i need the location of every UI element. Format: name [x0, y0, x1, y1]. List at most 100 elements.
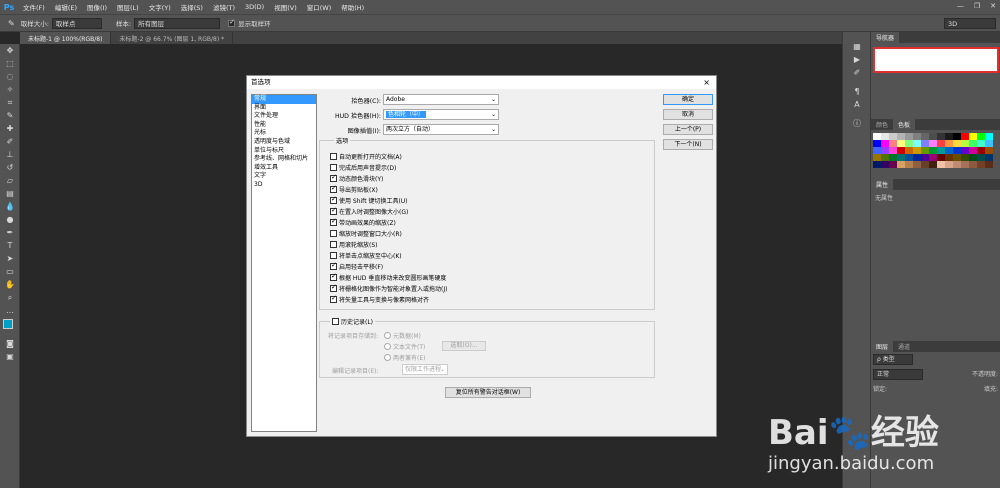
color-swatch[interactable] [913, 147, 921, 154]
crop-tool-icon[interactable]: ⌗ [0, 96, 20, 109]
blend-mode-select[interactable]: 正常 [873, 369, 923, 380]
option-checkbox[interactable] [330, 184, 337, 193]
tab-navigator[interactable]: 导航器 [871, 32, 900, 43]
category-item[interactable]: 光标 [252, 129, 316, 138]
color-swatch[interactable] [921, 161, 929, 168]
color-swatch[interactable] [889, 161, 897, 168]
color-swatch[interactable] [977, 147, 985, 154]
paragraph-panel-icon[interactable]: ¶ [843, 85, 871, 98]
menu-layer[interactable]: 图层(L) [117, 2, 139, 12]
layer-kind-filter[interactable]: ρ 类型 [873, 354, 913, 365]
color-swatch[interactable] [881, 161, 889, 168]
option-checkbox-row[interactable]: 缩放时调整窗口大小(R) [330, 229, 402, 238]
sample-size-select[interactable]: 取样点 [51, 17, 102, 29]
menu-3d[interactable]: 3D(D) [245, 3, 264, 11]
color-swatch[interactable] [881, 147, 889, 154]
menu-select[interactable]: 选择(S) [181, 2, 203, 12]
color-swatch[interactable] [985, 154, 993, 161]
color-swatch[interactable] [945, 161, 953, 168]
category-item[interactable]: 文件处理 [252, 112, 316, 121]
color-swatch[interactable] [913, 133, 921, 140]
shape-tool-icon[interactable]: ▭ [0, 265, 20, 278]
menu-image[interactable]: 图像(I) [87, 2, 107, 12]
lasso-tool-icon[interactable]: ◌ [0, 70, 20, 83]
color-swatch[interactable] [977, 161, 985, 168]
color-swatch[interactable] [889, 140, 897, 147]
color-swatch[interactable] [985, 140, 993, 147]
color-swatch[interactable] [937, 140, 945, 147]
color-swatch[interactable] [873, 140, 881, 147]
menu-help[interactable]: 帮助(H) [341, 2, 364, 12]
tab-channels[interactable]: 通道 [893, 341, 915, 352]
dialog-close-icon[interactable]: × [703, 76, 710, 89]
tab-document-2[interactable]: 未标题-2 @ 66.7% (图层 1, RGB/8) * [111, 32, 234, 44]
color-swatch[interactable] [977, 133, 985, 140]
color-swatch[interactable] [913, 154, 921, 161]
category-item[interactable]: 单位与标尺 [252, 147, 316, 156]
menu-filter[interactable]: 滤镜(T) [213, 2, 235, 12]
history-choose-button[interactable]: 选取(O)... [442, 341, 486, 351]
color-swatch[interactable] [945, 154, 953, 161]
color-swatch[interactable] [961, 161, 969, 168]
option-checkbox-row[interactable]: 启用轻击平移(F) [330, 261, 383, 271]
color-swatch[interactable] [969, 133, 977, 140]
history-checkbox[interactable] [332, 318, 339, 325]
option-checkbox-row[interactable]: 根据 HUD 垂直移动来改变圆形画笔硬度 [330, 272, 446, 282]
color-swatch[interactable] [905, 161, 913, 168]
color-swatch[interactable] [897, 147, 905, 154]
color-swatch[interactable] [929, 154, 937, 161]
color-swatch[interactable] [881, 154, 889, 161]
tab-properties[interactable]: 属性 [871, 179, 894, 190]
color-swatch[interactable] [881, 133, 889, 140]
history-brush-tool-icon[interactable]: ↺ [0, 161, 20, 174]
eraser-tool-icon[interactable]: ▱ [0, 174, 20, 187]
color-swatch[interactable] [897, 140, 905, 147]
color-swatch[interactable] [953, 133, 961, 140]
category-item[interactable]: 文字 [252, 172, 316, 181]
color-swatch[interactable] [889, 133, 897, 140]
menu-view[interactable]: 视图(V) [274, 2, 297, 12]
option-checkbox-row[interactable]: 将矢量工具与变换与像素网格对齐 [330, 294, 429, 304]
color-swatch[interactable] [977, 140, 985, 147]
color-swatch[interactable] [873, 147, 881, 154]
color-swatch[interactable] [953, 147, 961, 154]
color-swatch[interactable] [921, 147, 929, 154]
category-item[interactable]: 界面 [252, 104, 316, 113]
color-swatch[interactable] [937, 154, 945, 161]
category-item[interactable]: 参考线、网格和切片 [252, 155, 316, 164]
hand-tool-icon[interactable]: ✋ [0, 278, 20, 291]
color-swatch[interactable] [985, 161, 993, 168]
restore-icon[interactable]: ❐ [974, 2, 980, 10]
option-checkbox-row[interactable]: 完成后用声音提示(D) [330, 163, 396, 172]
character-panel-icon[interactable]: A [843, 98, 871, 111]
foreground-color-swatch[interactable] [3, 319, 13, 329]
color-swatch[interactable] [961, 147, 969, 154]
healing-tool-icon[interactable]: ✚ [0, 122, 20, 135]
option-checkbox-row[interactable]: 在置入时调整图像大小(G) [330, 206, 408, 216]
color-swatch[interactable] [961, 154, 969, 161]
color-swatch[interactable] [945, 140, 953, 147]
ok-button[interactable]: 确定 [663, 94, 713, 105]
color-swatch[interactable] [873, 133, 881, 140]
category-item[interactable]: 3D [252, 181, 316, 190]
move-tool-icon[interactable]: ✥ [0, 44, 20, 57]
color-swatch[interactable] [921, 154, 929, 161]
photoshop-logo[interactable]: Ps [0, 3, 18, 12]
option-checkbox[interactable] [330, 217, 337, 226]
option-checkbox[interactable] [330, 164, 337, 171]
option-checkbox-row[interactable]: 动态颜色滑块(Y) [330, 173, 383, 183]
dodge-tool-icon[interactable]: ● [0, 213, 20, 226]
color-swatches[interactable] [0, 317, 19, 337]
color-swatch[interactable] [953, 140, 961, 147]
option-checkbox[interactable] [330, 261, 337, 270]
color-swatch[interactable] [953, 154, 961, 161]
option-checkbox-row[interactable]: 导出剪贴板(X) [330, 184, 378, 194]
blur-tool-icon[interactable]: 💧 [0, 200, 20, 213]
color-swatch[interactable] [889, 147, 897, 154]
category-item[interactable]: 透明度与色域 [252, 138, 316, 147]
history-radio-both[interactable]: 两者兼有(E) [384, 353, 425, 362]
color-swatch[interactable] [985, 133, 993, 140]
option-checkbox[interactable] [330, 173, 337, 182]
color-swatch[interactable] [969, 140, 977, 147]
actions-panel-icon[interactable]: ▶ [843, 53, 871, 66]
